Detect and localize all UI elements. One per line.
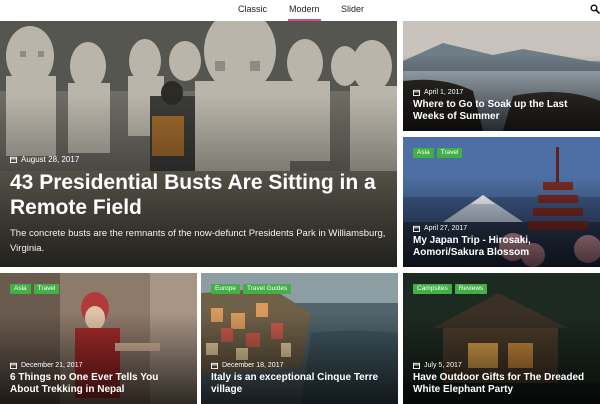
post-card-summer[interactable]: April 1, 2017 Where to Go to Soak up the…	[403, 21, 600, 131]
tag-label[interactable]: Asia	[413, 148, 434, 158]
post-tags: Asia Travel	[10, 284, 60, 294]
post-date: July 5, 2017	[413, 362, 590, 369]
layout-tab-bar: Classic Modern Slider	[0, 0, 600, 21]
post-title[interactable]: Where to Go to Soak up the Last Weeks of…	[413, 99, 590, 123]
calendar-icon	[413, 89, 420, 96]
post-card-nepal[interactable]: Asia Travel December 21, 2017 6 Things n…	[0, 273, 197, 404]
tag-label[interactable]: Asia	[10, 284, 31, 294]
post-date-text: December 18, 2017	[222, 362, 284, 369]
calendar-icon	[413, 225, 420, 232]
post-tags: Asia Travel	[413, 148, 463, 158]
post-title[interactable]: 6 Things no One Ever Tells You About Tre…	[10, 372, 187, 396]
calendar-icon	[211, 362, 218, 369]
search-icon[interactable]	[590, 4, 600, 14]
calendar-icon	[10, 362, 17, 369]
calendar-icon	[10, 156, 17, 163]
post-date: December 21, 2017	[10, 362, 187, 369]
post-card-featured[interactable]: August 28, 2017 43 Presidential Busts Ar…	[0, 21, 397, 267]
post-date-text: December 21, 2017	[21, 362, 83, 369]
post-date-text: July 5, 2017	[424, 362, 462, 369]
post-date: April 27, 2017	[413, 225, 590, 232]
post-date: August 28, 2017	[10, 155, 387, 164]
tag-label[interactable]: Europe	[211, 284, 240, 294]
tab-slider[interactable]: Slider	[341, 4, 364, 21]
post-card-japan[interactable]: Asia Travel April 27, 2017 My Japan Trip…	[403, 137, 600, 267]
calendar-icon	[413, 362, 420, 369]
tag-label[interactable]: Campsites	[413, 284, 452, 294]
post-date: December 18, 2017	[211, 362, 388, 369]
post-card-italy[interactable]: Europe Travel Guides December 18, 2017 I…	[201, 273, 398, 404]
post-card-outdoor[interactable]: Campsites Reviews July 5, 2017 Have Outd…	[403, 273, 600, 404]
post-tags: Campsites Reviews	[413, 284, 488, 294]
tag-label[interactable]: Travel	[436, 148, 463, 158]
tab-classic[interactable]: Classic	[238, 4, 267, 21]
post-date: April 1, 2017	[413, 89, 590, 96]
post-date-text: April 27, 2017	[424, 225, 468, 232]
post-title[interactable]: My Japan Trip - Hirosaki, Aomori/Sakura …	[413, 235, 590, 259]
post-excerpt: The concrete busts are the remnants of t…	[10, 228, 386, 254]
tab-modern[interactable]: Modern	[288, 4, 321, 21]
post-tags: Europe Travel Guides	[211, 284, 292, 294]
tag-label[interactable]: Travel Guides	[242, 284, 292, 294]
tag-label[interactable]: Reviews	[454, 284, 488, 294]
post-title[interactable]: Italy is an exceptional Cinque Terre vil…	[211, 372, 388, 396]
post-date-text: August 28, 2017	[21, 155, 80, 164]
post-date-text: April 1, 2017	[424, 89, 464, 96]
post-title[interactable]: Have Outdoor Gifts for The Dreaded White…	[413, 372, 590, 396]
tag-label[interactable]: Travel	[33, 284, 60, 294]
post-title[interactable]: 43 Presidential Busts Are Sitting in a R…	[10, 170, 387, 220]
